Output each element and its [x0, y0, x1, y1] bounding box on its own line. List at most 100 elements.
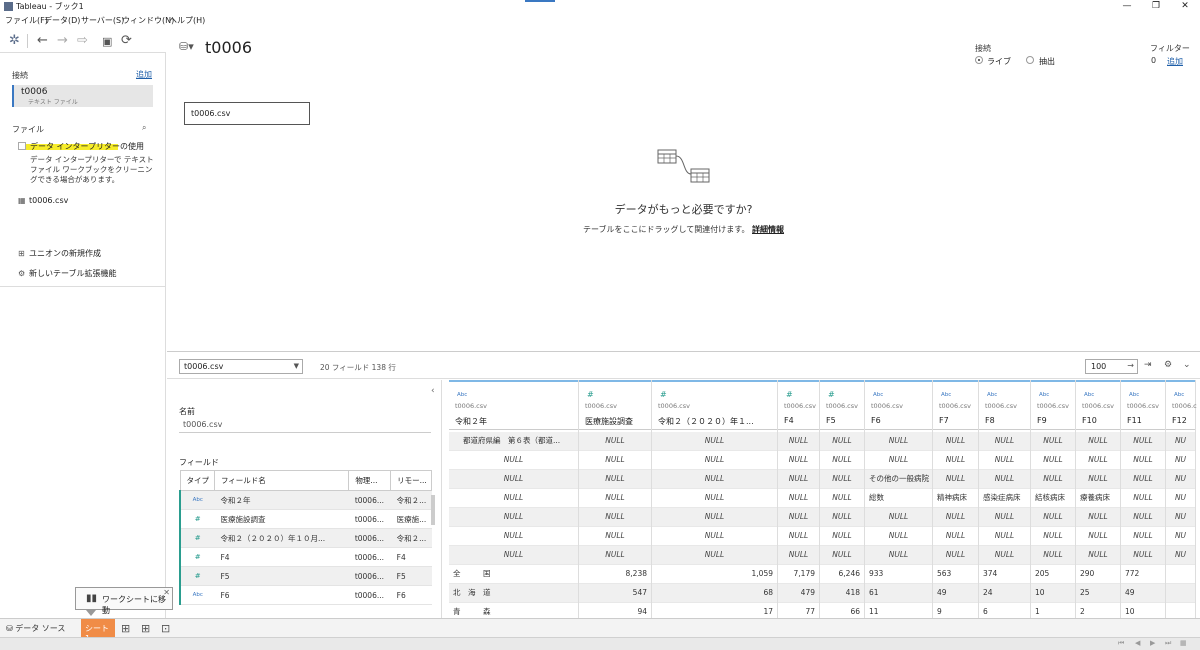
minimize-button[interactable]: —	[1120, 1, 1134, 11]
string-type-icon[interactable]: Abc	[1084, 392, 1094, 398]
field-row[interactable]: # 令和２（２０２０）年１０月... t0006... 令和２...	[178, 528, 432, 548]
next-page-icon[interactable]: ▶	[1150, 639, 1155, 647]
field-name[interactable]: F6	[214, 585, 349, 605]
save-icon[interactable]: ▣	[102, 35, 112, 48]
new-table-extension-item[interactable]: ⚙ 新しいテーブル拡張機能	[18, 268, 117, 279]
string-type-icon[interactable]: Abc	[1039, 392, 1049, 398]
field-name[interactable]: 医療施設調査	[214, 509, 349, 529]
add-filter-link[interactable]: 追加	[1167, 56, 1183, 67]
rows-input[interactable]: 100 →	[1085, 359, 1138, 374]
field-row[interactable]: # F5 t0006... F5	[178, 566, 432, 586]
first-page-icon[interactable]: ⏮	[1118, 639, 1124, 648]
new-worksheet-icon[interactable]: ⊞	[121, 622, 130, 635]
column-name[interactable]: 令和２（２０２０）年１...	[658, 416, 775, 427]
field-name[interactable]: 令和２（２０２０）年１０月...	[214, 528, 349, 548]
interpreter-checkbox[interactable]	[18, 142, 26, 150]
column-header[interactable]: Abc t0006.csv F6	[865, 380, 932, 430]
rows-arrow-icon[interactable]: →	[1127, 361, 1134, 370]
column-header[interactable]: # t0006.csv F4	[778, 380, 819, 430]
column-name[interactable]: F7	[939, 416, 976, 425]
chevron-down-icon[interactable]: ⌄	[1183, 360, 1191, 370]
fields-scrollbar[interactable]	[431, 495, 435, 525]
column-name[interactable]: F10	[1082, 416, 1118, 425]
tableau-logo-icon[interactable]: ✲	[9, 33, 20, 48]
column-name[interactable]: F9	[1037, 416, 1073, 425]
menu-help[interactable]: ヘルプ(H)	[169, 15, 205, 26]
field-row[interactable]: Abc F6 t0006... F6	[178, 585, 432, 605]
number-type-icon[interactable]: #	[828, 390, 835, 399]
sheet-tab[interactable]: シート 1	[81, 619, 115, 643]
new-story-icon[interactable]: ⊡	[161, 622, 170, 635]
refresh-icon[interactable]: ⟳	[121, 33, 132, 48]
add-connection-link[interactable]: 追加	[136, 69, 152, 80]
column-name[interactable]: 医療施設調査	[585, 416, 649, 427]
number-type-icon[interactable]: #	[587, 390, 594, 399]
menu-data[interactable]: データ(D)	[44, 15, 80, 26]
file-item[interactable]: ▦ t0006.csv	[18, 196, 68, 205]
new-dashboard-icon[interactable]: ⊞	[141, 622, 150, 635]
field-row[interactable]: Abc 令和２年 t0006... 令和２...	[178, 490, 432, 510]
column-header[interactable]: Abc t0006.csv F8	[979, 380, 1030, 430]
menu-window[interactable]: ウィンドウ(N)	[122, 15, 174, 26]
redo-icon[interactable]: ⇨	[77, 33, 88, 48]
menu-file[interactable]: ファイル(F)	[5, 15, 48, 26]
string-type-icon[interactable]: Abc	[873, 392, 883, 398]
header-remote[interactable]: リモー...	[390, 470, 432, 491]
column-header[interactable]: # t0006.csv 医療施設調査	[579, 380, 651, 430]
forward-icon[interactable]: →	[57, 33, 68, 48]
column-header[interactable]: Abc t0006.csv F11	[1121, 380, 1165, 430]
interpreter-label[interactable]: データ インタープリターの使用	[30, 141, 144, 152]
goto-worksheet-tooltip[interactable]: ▮▮ ワークシートに移動 ✕	[75, 587, 173, 616]
field-row[interactable]: # 医療施設調査 t0006... 医療施...	[178, 509, 432, 529]
datasource-icon[interactable]: ⛁▾	[179, 40, 194, 53]
close-icon[interactable]: ✕	[163, 588, 170, 597]
close-button[interactable]: ✕	[1178, 1, 1192, 11]
column-header[interactable]: # t0006.csv F5	[820, 380, 864, 430]
maximize-button[interactable]: ❐	[1149, 1, 1163, 11]
extract-radio[interactable]	[1026, 56, 1034, 64]
string-type-icon[interactable]: Abc	[457, 392, 467, 398]
search-icon[interactable]: ⌕	[142, 123, 146, 133]
column-name[interactable]: F8	[985, 416, 1028, 425]
column-name[interactable]: F6	[871, 416, 930, 425]
table-select[interactable]: t0006.csv ▼	[179, 359, 303, 374]
field-name[interactable]: F4	[214, 547, 349, 567]
header-type[interactable]: タイプ	[179, 470, 215, 491]
canvas-table-box[interactable]: t0006.csv	[184, 102, 310, 125]
live-radio[interactable]	[975, 56, 983, 64]
string-type-icon[interactable]: Abc	[1129, 392, 1139, 398]
column-name[interactable]: 令和２年	[455, 416, 576, 427]
column-header[interactable]: Abc t0006.csv F7	[933, 380, 978, 430]
grid-view-icon[interactable]: ▦	[1180, 639, 1187, 647]
extract-label[interactable]: 抽出	[1039, 56, 1055, 67]
string-type-icon[interactable]: Abc	[941, 392, 951, 398]
string-type-icon[interactable]: Abc	[1174, 392, 1184, 398]
connection-item[interactable]: t0006 テキスト ファイル	[12, 85, 153, 107]
datasource-name[interactable]: t0006	[205, 38, 252, 57]
column-header[interactable]: Abc t0006.csv F10	[1076, 380, 1120, 430]
live-label[interactable]: ライブ	[987, 56, 1011, 67]
column-header[interactable]: Abc t0006.csv F9	[1031, 380, 1075, 430]
column-header[interactable]: # t0006.csv 令和２（２０２０）年１...	[652, 380, 777, 430]
last-page-icon[interactable]: ⏭	[1165, 639, 1171, 648]
column-name[interactable]: F12	[1172, 416, 1193, 425]
header-physical[interactable]: 物理...	[348, 470, 392, 491]
column-name[interactable]: F4	[784, 416, 817, 425]
prev-page-icon[interactable]: ◀	[1135, 639, 1140, 647]
field-name[interactable]: 令和２年	[214, 490, 349, 510]
collapse-icon[interactable]: ‹	[431, 386, 435, 396]
field-row[interactable]: # F4 t0006... F4	[178, 547, 432, 567]
rows-icon[interactable]: ⇥	[1144, 360, 1152, 370]
datasource-tab[interactable]: ⛁ データ ソース	[6, 623, 65, 634]
field-name[interactable]: F5	[214, 566, 349, 586]
menu-server[interactable]: サーバー(S)	[81, 15, 124, 26]
header-field-name[interactable]: フィールド名	[213, 470, 350, 491]
learn-more-link[interactable]: 詳細情報	[752, 225, 784, 234]
name-value[interactable]: t0006.csv	[183, 420, 222, 429]
back-icon[interactable]: ←	[37, 33, 48, 48]
number-type-icon[interactable]: #	[660, 390, 667, 399]
number-type-icon[interactable]: #	[786, 390, 793, 399]
new-union-item[interactable]: ⊞ ユニオンの新規作成	[18, 248, 101, 259]
column-name[interactable]: F11	[1127, 416, 1163, 425]
column-header[interactable]: Abc t0006.csv 令和２年	[449, 380, 578, 430]
